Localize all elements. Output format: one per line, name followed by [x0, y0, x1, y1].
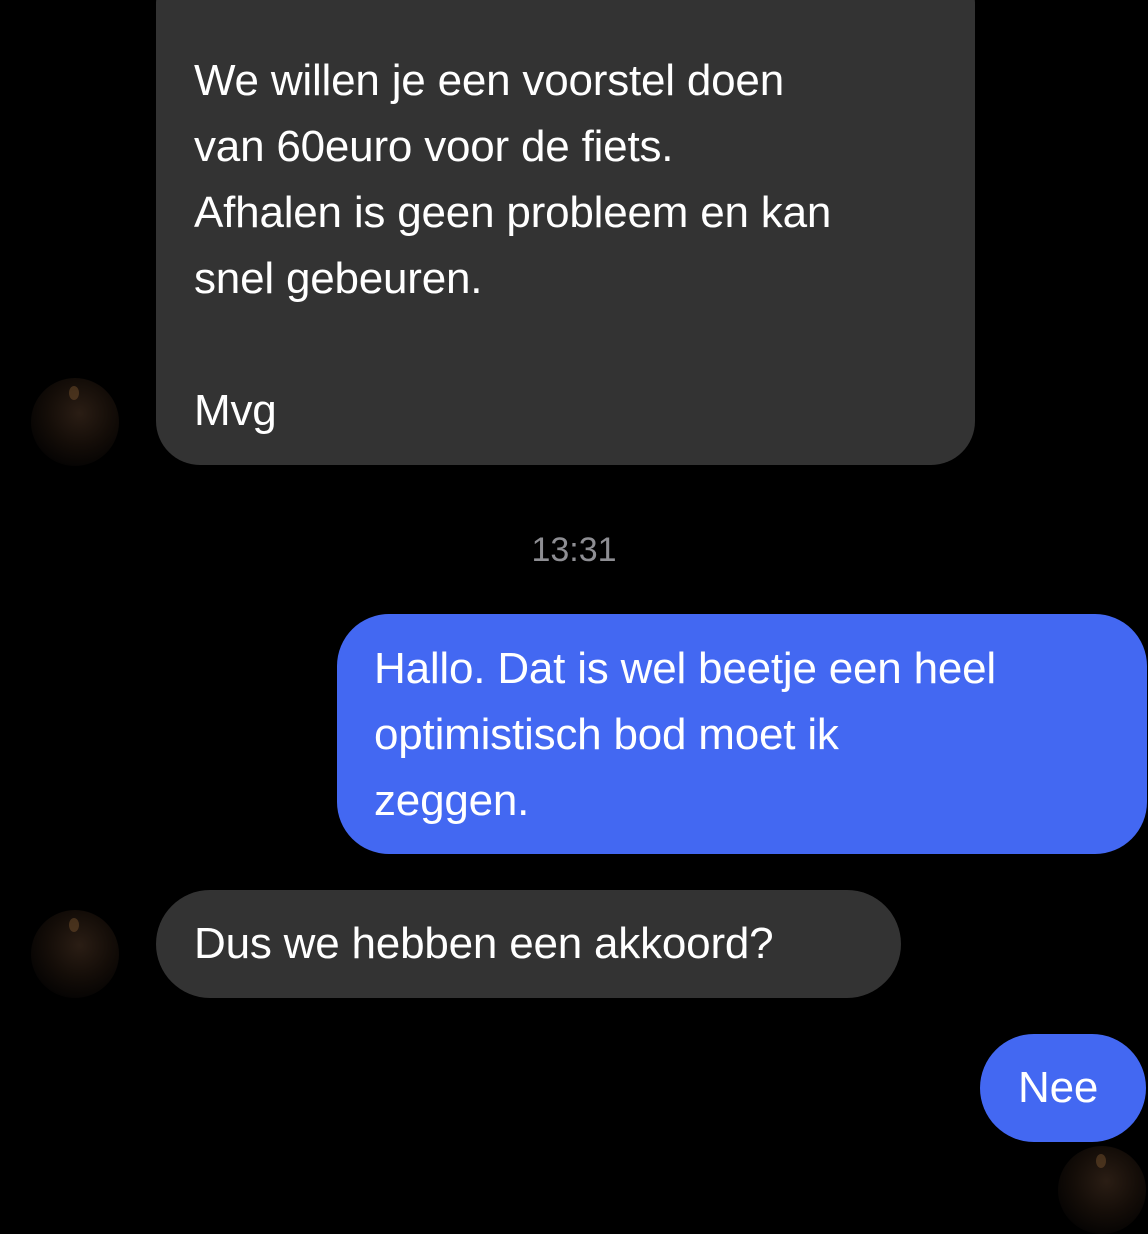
- message-line: We willen je een voorstel doen: [194, 56, 784, 105]
- outgoing-message-bubble[interactable]: Nee: [980, 1034, 1146, 1142]
- contact-avatar[interactable]: [31, 910, 119, 998]
- message-line: Hallo. Dat is wel beetje een heel: [374, 644, 996, 693]
- message-line: van 60euro voor de fiets.: [194, 122, 674, 171]
- message-line: Dus we hebben een akkoord?: [194, 919, 774, 968]
- message-line: zeggen.: [374, 776, 530, 825]
- incoming-message-bubble[interactable]: We willen je een voorstel doen van 60eur…: [156, 0, 975, 465]
- message-line: Nee: [1018, 1063, 1099, 1112]
- contact-avatar[interactable]: [1058, 1146, 1146, 1234]
- contact-avatar[interactable]: [31, 378, 119, 466]
- message-line: snel gebeuren.: [194, 254, 483, 303]
- outgoing-message-bubble[interactable]: Hallo. Dat is wel beetje een heel optimi…: [337, 614, 1147, 854]
- incoming-message-bubble[interactable]: Dus we hebben een akkoord?: [156, 890, 901, 998]
- message-line: optimistisch bod moet ik: [374, 710, 839, 759]
- message-line: Afhalen is geen probleem en kan: [194, 188, 832, 237]
- message-line: Mvg: [194, 386, 277, 435]
- message-timestamp: 13:31: [531, 531, 617, 569]
